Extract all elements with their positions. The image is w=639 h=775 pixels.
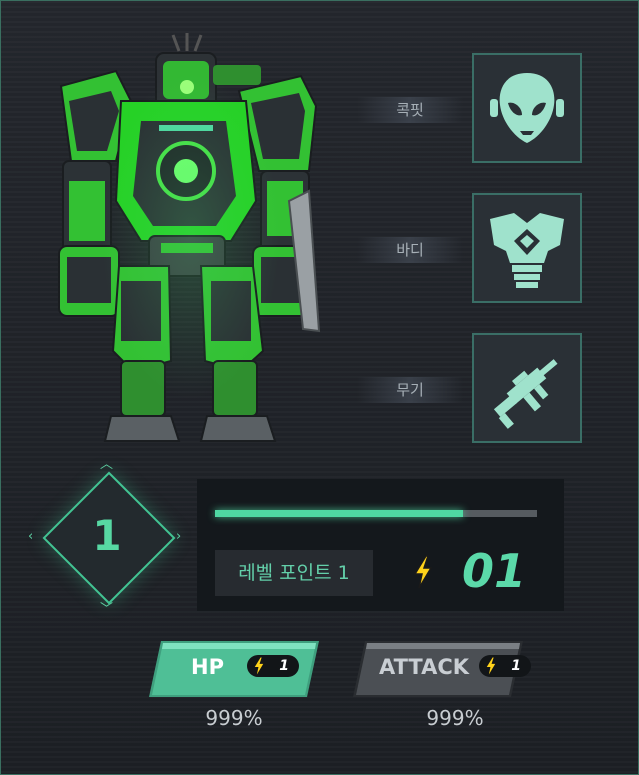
part-label-body: 바디 — [357, 237, 463, 263]
attack-cost-value: 1 — [511, 658, 521, 674]
attack-percent: 999% — [426, 706, 484, 730]
level-down-arrow-icon[interactable]: ﹀ — [100, 603, 113, 616]
lightning-bolt-icon — [254, 657, 264, 675]
level-point-label: 레벨 포인트 1 — [215, 550, 373, 596]
part-row-weapon[interactable]: 무기 — [357, 333, 587, 445]
alien-head-icon — [490, 73, 564, 143]
part-row-cockpit[interactable]: 콕핏 — [357, 53, 587, 165]
robot-mech-illustration — [41, 31, 341, 461]
body-armor-icon — [490, 213, 564, 288]
lightning-bolt-icon — [486, 657, 496, 675]
hp-cost-chip: 1 — [247, 655, 299, 677]
hp-upgrade-button[interactable]: HP 1 — [149, 641, 319, 697]
xp-progress-bar — [215, 510, 537, 517]
part-slot-weapon[interactable] — [472, 333, 582, 443]
lightning-bolt-icon — [413, 555, 433, 589]
attack-cost-chip: 1 — [479, 655, 531, 677]
level-point-panel: 레벨 포인트 1 01 — [197, 479, 564, 611]
rifle-icon — [493, 359, 558, 429]
attack-upgrade-button[interactable]: ATTACK 1 — [353, 641, 531, 697]
level-up-arrow-icon[interactable]: ︿ — [100, 458, 113, 471]
level-number: 1 — [92, 511, 122, 560]
part-slot-cockpit[interactable] — [472, 53, 582, 163]
attack-label: ATTACK — [379, 655, 470, 679]
part-label-weapon: 무기 — [357, 377, 463, 403]
upgrade-panel: 콕핏 바디 무기 ︿ ﹀ ‹ › 1 레벨 포인트 1 01 HP 1 999%… — [0, 0, 639, 775]
hp-cost-value: 1 — [279, 658, 289, 674]
xp-progress-fill — [215, 510, 463, 517]
hp-percent: 999% — [205, 706, 263, 730]
level-right-arrow-icon[interactable]: › — [176, 530, 181, 543]
part-label-cockpit: 콕핏 — [357, 97, 463, 123]
part-row-body[interactable]: 바디 — [357, 193, 587, 305]
level-left-arrow-icon[interactable]: ‹ — [28, 530, 33, 543]
hp-label: HP — [191, 655, 224, 679]
level-point-value: 01 — [462, 544, 527, 598]
part-slot-body[interactable] — [472, 193, 582, 303]
